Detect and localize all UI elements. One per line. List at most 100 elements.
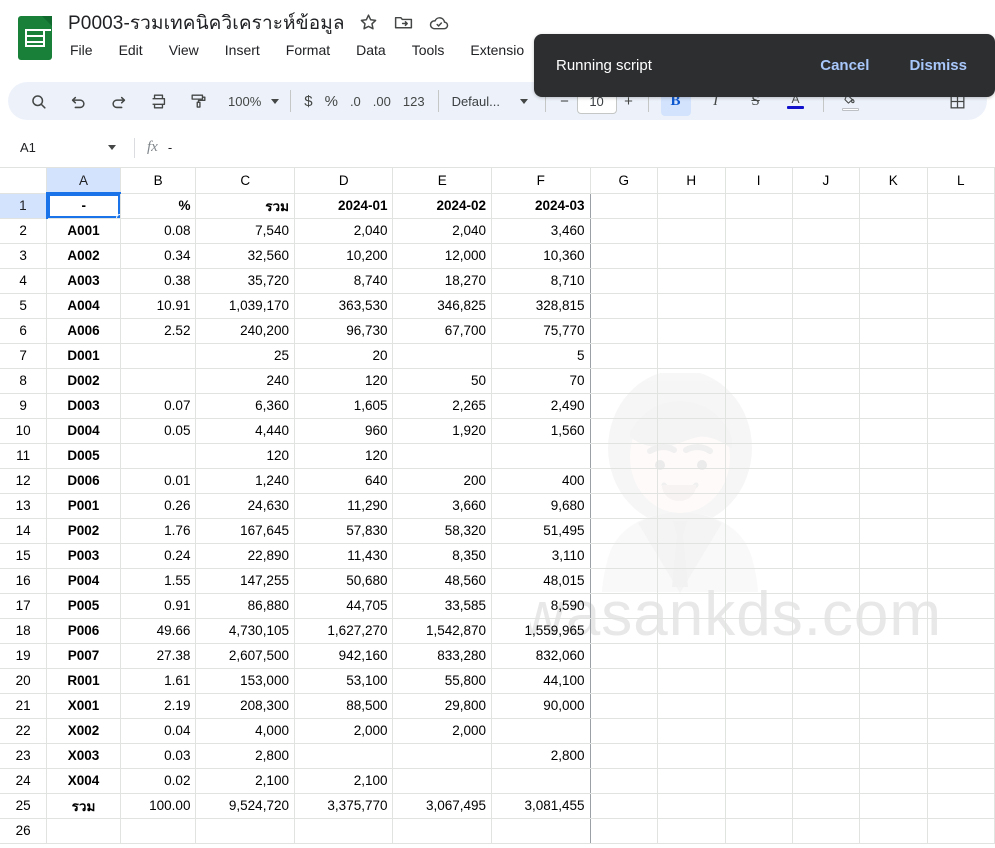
cell-b17[interactable]: 0.91	[120, 593, 197, 619]
cell-d24[interactable]: 2,100	[294, 768, 394, 794]
cell-h11[interactable]	[657, 443, 726, 469]
cell-i15[interactable]	[725, 543, 793, 569]
cell-c9[interactable]: 6,360	[195, 393, 295, 419]
toast-dismiss-button[interactable]: Dismiss	[903, 53, 973, 78]
redo-icon[interactable]	[103, 86, 133, 116]
row-header-11[interactable]: 11	[0, 443, 48, 469]
name-box[interactable]: A1	[6, 134, 126, 162]
cell-j20[interactable]	[792, 668, 861, 694]
cell-f26[interactable]	[491, 818, 591, 844]
cell-i10[interactable]	[725, 418, 793, 444]
cell-i13[interactable]	[725, 493, 793, 519]
cell-h22[interactable]	[657, 718, 726, 744]
cell-b21[interactable]: 2.19	[120, 693, 197, 719]
document-title[interactable]: P0003-รวมเทคนิควิเคราะห์ข้อมูล	[68, 8, 345, 38]
menu-extensions[interactable]: Extensio	[468, 41, 526, 59]
cell-c10[interactable]: 4,440	[195, 418, 295, 444]
cell-a5[interactable]: A004	[46, 293, 121, 319]
cell-j22[interactable]	[792, 718, 861, 744]
menu-file[interactable]: File	[68, 41, 95, 59]
cell-l26[interactable]	[927, 818, 995, 844]
row-header-5[interactable]: 5	[0, 293, 48, 319]
cell-c19[interactable]: 2,607,500	[195, 643, 295, 669]
cell-k20[interactable]	[859, 668, 928, 694]
cell-a18[interactable]: P006	[46, 618, 121, 644]
cell-k7[interactable]	[859, 343, 928, 369]
cell-c4[interactable]: 35,720	[195, 268, 295, 294]
row-header-25[interactable]: 25	[0, 793, 48, 819]
cell-j16[interactable]	[792, 568, 861, 594]
cell-a1[interactable]: -	[46, 193, 121, 219]
cell-c15[interactable]: 22,890	[195, 543, 295, 569]
column-header-a[interactable]: A	[46, 168, 121, 194]
column-header-c[interactable]: C	[195, 168, 295, 194]
cell-e11[interactable]	[392, 443, 492, 469]
cell-a23[interactable]: X003	[46, 743, 121, 769]
cell-b13[interactable]: 0.26	[120, 493, 197, 519]
cell-b25[interactable]: 100.00	[120, 793, 197, 819]
cell-l23[interactable]	[927, 743, 995, 769]
cell-l2[interactable]	[927, 218, 995, 244]
cell-g3[interactable]	[590, 243, 659, 269]
menu-format[interactable]: Format	[284, 41, 332, 59]
cell-f12[interactable]: 400	[491, 468, 591, 494]
cell-c7[interactable]: 25	[195, 343, 295, 369]
cell-g22[interactable]	[590, 718, 659, 744]
cell-e9[interactable]: 2,265	[392, 393, 492, 419]
cell-a17[interactable]: P005	[46, 593, 121, 619]
cell-k1[interactable]	[859, 193, 928, 219]
cell-l13[interactable]	[927, 493, 995, 519]
cell-l11[interactable]	[927, 443, 995, 469]
cell-d2[interactable]: 2,040	[294, 218, 394, 244]
cell-a22[interactable]: X002	[46, 718, 121, 744]
cell-a16[interactable]: P004	[46, 568, 121, 594]
cell-j17[interactable]	[792, 593, 861, 619]
row-header-21[interactable]: 21	[0, 693, 48, 719]
cell-c11[interactable]: 120	[195, 443, 295, 469]
cloud-saved-icon[interactable]	[428, 12, 450, 34]
cell-c14[interactable]: 167,645	[195, 518, 295, 544]
cell-b11[interactable]	[120, 443, 197, 469]
row-header-3[interactable]: 3	[0, 243, 48, 269]
cell-d26[interactable]	[294, 818, 394, 844]
cell-h4[interactable]	[657, 268, 726, 294]
cell-j9[interactable]	[792, 393, 861, 419]
cell-g23[interactable]	[590, 743, 659, 769]
cell-c20[interactable]: 153,000	[195, 668, 295, 694]
cell-a9[interactable]: D003	[46, 393, 121, 419]
row-header-8[interactable]: 8	[0, 368, 48, 394]
menu-tools[interactable]: Tools	[410, 41, 447, 59]
cell-i2[interactable]	[725, 218, 793, 244]
cell-e8[interactable]: 50	[392, 368, 492, 394]
cell-d13[interactable]: 11,290	[294, 493, 394, 519]
column-header-l[interactable]: L	[927, 168, 995, 194]
font-family-selector[interactable]: Defaul...	[446, 92, 538, 111]
cell-g25[interactable]	[590, 793, 659, 819]
cell-j10[interactable]	[792, 418, 861, 444]
cell-c17[interactable]: 86,880	[195, 593, 295, 619]
cell-b20[interactable]: 1.61	[120, 668, 197, 694]
cell-d1[interactable]: 2024-01	[294, 193, 394, 219]
cell-e24[interactable]	[392, 768, 492, 794]
cell-e7[interactable]	[392, 343, 492, 369]
cell-i7[interactable]	[725, 343, 793, 369]
cell-i14[interactable]	[725, 518, 793, 544]
cell-k6[interactable]	[859, 318, 928, 344]
cell-l1[interactable]	[927, 193, 995, 219]
cell-f14[interactable]: 51,495	[491, 518, 591, 544]
undo-icon[interactable]	[63, 86, 93, 116]
cell-j25[interactable]	[792, 793, 861, 819]
cell-d7[interactable]: 20	[294, 343, 394, 369]
select-all-corner[interactable]	[0, 168, 48, 194]
column-header-h[interactable]: H	[657, 168, 726, 194]
cell-l25[interactable]	[927, 793, 995, 819]
cell-j6[interactable]	[792, 318, 861, 344]
row-header-17[interactable]: 17	[0, 593, 48, 619]
cell-e4[interactable]: 18,270	[392, 268, 492, 294]
cell-f5[interactable]: 328,815	[491, 293, 591, 319]
cell-e18[interactable]: 1,542,870	[392, 618, 492, 644]
cell-l24[interactable]	[927, 768, 995, 794]
cell-j23[interactable]	[792, 743, 861, 769]
cell-b1[interactable]: %	[120, 193, 197, 219]
cell-c26[interactable]	[195, 818, 295, 844]
